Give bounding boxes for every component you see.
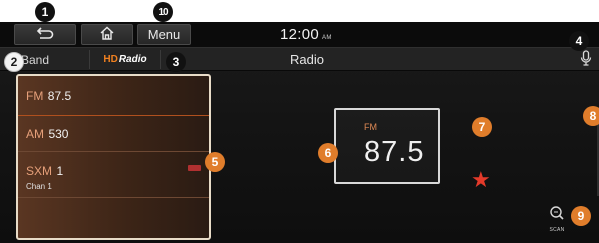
source-label: Radio xyxy=(118,54,147,65)
station-list-item[interactable]: AM 530 xyxy=(18,116,209,152)
back-arrow-icon xyxy=(36,26,54,43)
station-frequency: 1 xyxy=(56,164,64,178)
microphone-icon xyxy=(580,49,592,71)
callout-8: 8 xyxy=(583,106,599,126)
callout-10: 10 xyxy=(153,2,173,22)
callout-3: 3 xyxy=(166,52,186,72)
clock-ampm: AM xyxy=(322,35,332,41)
back-button[interactable] xyxy=(14,24,76,45)
preset-badge xyxy=(188,165,201,171)
hd-logo: HD xyxy=(103,54,118,65)
scan-label: SCAN xyxy=(549,227,565,233)
scan-icon xyxy=(549,205,565,226)
current-frequency-display: FM 87.5 xyxy=(334,108,440,184)
station-band: AM xyxy=(26,126,44,141)
current-frequency: 87.5 xyxy=(364,136,425,168)
callout-5: 5 xyxy=(205,152,225,172)
station-frequency: 530 xyxy=(48,126,69,141)
station-list: FM 87.5 AM 530 SXM 1 Chan 1 xyxy=(16,74,211,240)
sub-bar: Band HD Radio Radio xyxy=(0,47,599,71)
callout-2: 2 xyxy=(4,52,24,72)
station-band: FM xyxy=(26,88,44,103)
home-button[interactable] xyxy=(81,24,133,45)
callout-7: 7 xyxy=(472,117,492,137)
radio-screen: Menu 12:00 AM Band HD Radio Radio FM 87.5 … xyxy=(0,22,599,243)
hd-radio-source-button[interactable]: HD Radio xyxy=(89,50,161,69)
clock-time: 12:00 xyxy=(280,26,320,43)
band-button[interactable]: Band xyxy=(17,50,77,69)
station-channel-name: Chan 1 xyxy=(26,182,52,191)
clock: 12:00 AM xyxy=(280,26,332,43)
voice-button[interactable] xyxy=(578,49,594,71)
station-list-item[interactable]: SXM 1 Chan 1 xyxy=(18,152,209,198)
star-icon[interactable]: ★ xyxy=(471,169,491,191)
callout-6: 6 xyxy=(318,143,338,163)
current-band: FM xyxy=(364,122,377,132)
station-list-item[interactable]: FM 87.5 xyxy=(18,76,209,116)
callout-4: 4 xyxy=(569,31,589,51)
station-frequency: 87.5 xyxy=(47,88,72,103)
station-band: SXM xyxy=(26,164,53,178)
top-bar: Menu 12:00 AM xyxy=(0,22,599,47)
callout-1: 1 xyxy=(35,2,55,22)
home-icon xyxy=(99,26,115,43)
page-title: Radio xyxy=(290,52,324,67)
callout-9: 9 xyxy=(571,206,591,226)
menu-button[interactable]: Menu xyxy=(137,24,191,45)
scan-button[interactable]: SCAN xyxy=(546,205,568,235)
